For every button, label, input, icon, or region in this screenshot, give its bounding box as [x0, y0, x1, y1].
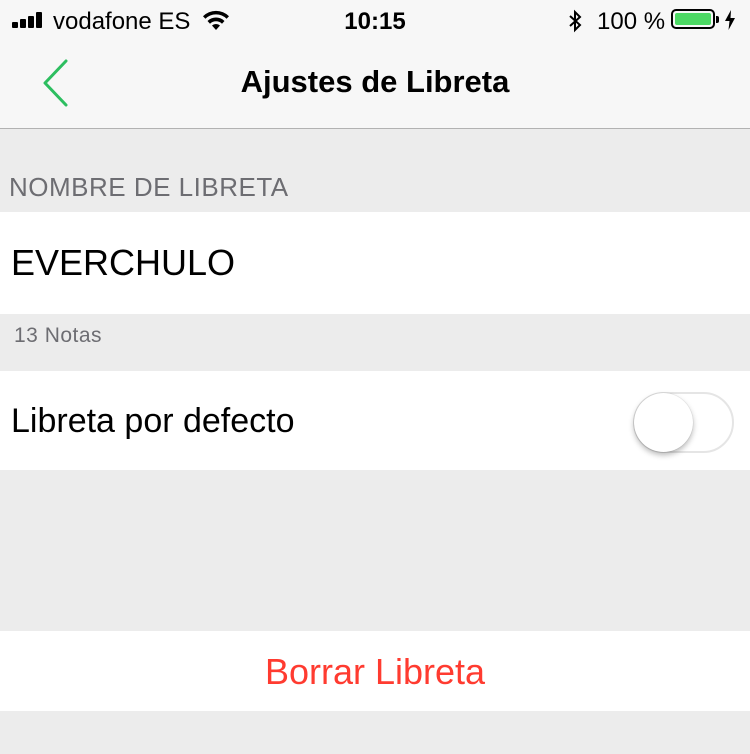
- note-count: 13 Notas: [14, 324, 103, 347]
- status-bar: vodafone ES 10:15 100 %: [0, 0, 750, 40]
- bluetooth-icon: [569, 9, 582, 33]
- delete-notebook-button[interactable]: Borrar Libreta: [0, 631, 750, 711]
- default-notebook-toggle[interactable]: [633, 392, 734, 453]
- toggle-knob: [634, 393, 693, 452]
- battery-icon: [671, 9, 719, 29]
- notebook-name-header: NOMBRE DE LIBRETA: [9, 172, 289, 202]
- default-notebook-row: Libreta por defecto: [0, 371, 750, 470]
- battery-level-fill: [675, 13, 711, 25]
- notebook-name-value[interactable]: EVERCHULO: [11, 242, 235, 284]
- charging-icon: [725, 10, 735, 30]
- notebook-name-field[interactable]: EVERCHULO: [0, 212, 750, 314]
- default-notebook-label: Libreta por defecto: [11, 402, 295, 440]
- page-title: Ajustes de Libreta: [240, 64, 510, 99]
- battery-percentage: 100 %: [597, 8, 666, 35]
- delete-notebook-label[interactable]: Borrar Libreta: [0, 651, 750, 693]
